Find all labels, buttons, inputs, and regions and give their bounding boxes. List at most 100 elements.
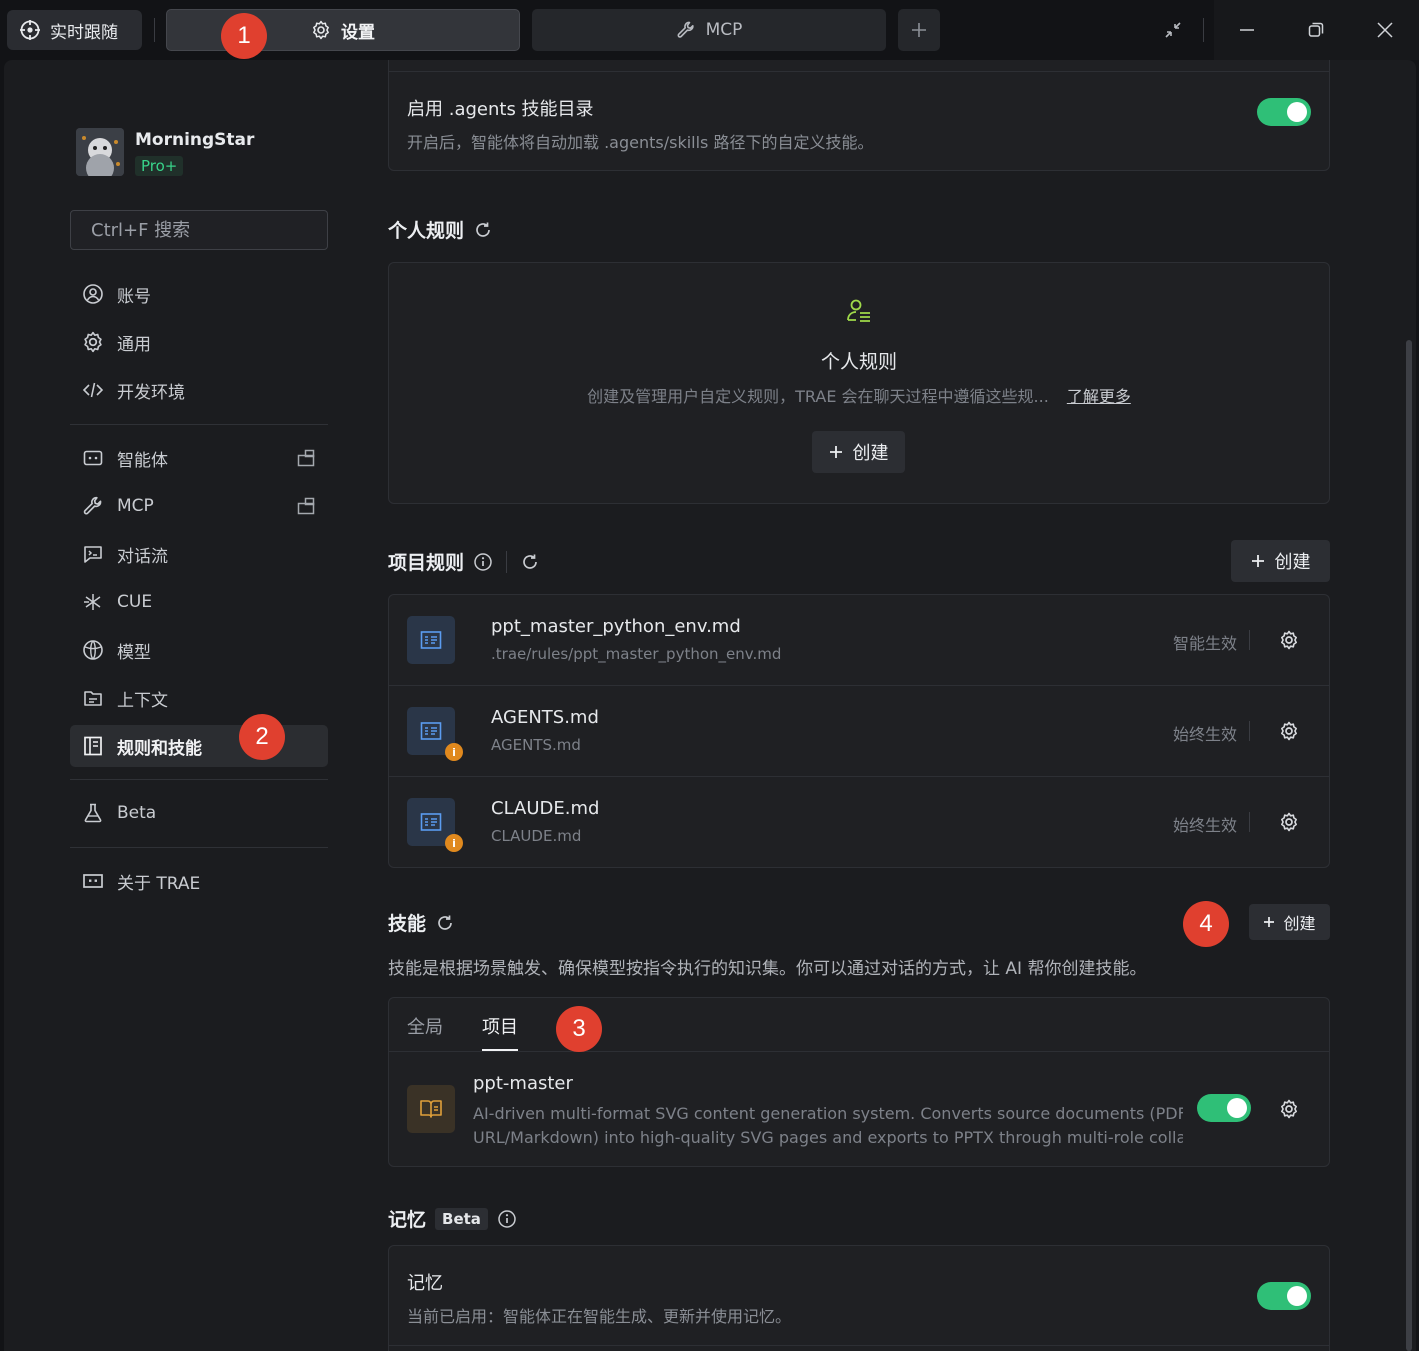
rules-icon bbox=[82, 735, 104, 757]
table-row[interactable]: i CLAUDE.md CLAUDE.md 始终生效 bbox=[389, 777, 1329, 868]
rule-file-icon: i bbox=[407, 798, 463, 852]
section-title: 项目规则 bbox=[388, 552, 465, 574]
sidebar-item-label: 账号 bbox=[117, 286, 151, 307]
gear-icon[interactable] bbox=[1279, 721, 1299, 741]
divider bbox=[389, 71, 1329, 72]
sidebar-item-cue[interactable]: CUE bbox=[70, 581, 328, 623]
learn-more-link[interactable]: 了解更多 bbox=[1067, 383, 1131, 407]
info-icon[interactable] bbox=[473, 552, 493, 572]
account-icon bbox=[82, 283, 104, 305]
gear-icon[interactable] bbox=[1279, 630, 1299, 650]
personal-rules-empty-desc: 创建及管理用户自定义规则，TRAE 会在聊天过程中遵循这些规... 了解更多 bbox=[389, 383, 1329, 407]
agent-icon bbox=[82, 447, 104, 469]
info-icon[interactable] bbox=[497, 1209, 517, 1229]
sidebar-item-account[interactable]: 账号 bbox=[70, 273, 328, 315]
table-row[interactable]: i AGENTS.md AGENTS.md 始终生效 bbox=[389, 686, 1329, 777]
refresh-icon[interactable] bbox=[473, 220, 493, 240]
rule-file-icon: i bbox=[407, 707, 463, 761]
rule-path: CLAUDE.md bbox=[491, 827, 582, 845]
sidebar-item-model[interactable]: 模型 bbox=[70, 629, 328, 671]
plus-icon bbox=[1263, 916, 1275, 928]
about-icon bbox=[82, 870, 104, 892]
skill-desc-line: AI-driven multi-format SVG content gener… bbox=[473, 1104, 1183, 1123]
rule-status[interactable]: 始终生效 bbox=[1173, 812, 1237, 836]
model-icon bbox=[82, 639, 104, 661]
collapse-button[interactable] bbox=[1153, 10, 1193, 50]
sidebar-item-dev-env[interactable]: 开发环境 bbox=[70, 369, 328, 411]
open-external-icon[interactable] bbox=[296, 496, 316, 516]
sidebar-item-label: CUE bbox=[117, 592, 153, 612]
add-tab-button[interactable] bbox=[898, 9, 940, 51]
divider bbox=[506, 550, 508, 573]
rule-status[interactable]: 智能生效 bbox=[1173, 630, 1237, 654]
tab-global[interactable]: 全局 bbox=[407, 1013, 443, 1039]
sidebar-item-label: 通用 bbox=[117, 334, 151, 355]
profile-name: MorningStar bbox=[135, 130, 255, 150]
search-input[interactable] bbox=[70, 210, 328, 250]
sidebar-item-beta[interactable]: Beta bbox=[70, 792, 328, 834]
sidebar-item-general[interactable]: 通用 bbox=[70, 321, 328, 363]
avatar bbox=[76, 128, 124, 176]
minimize-icon bbox=[1238, 21, 1256, 39]
follow-button[interactable]: 实时跟随 bbox=[7, 10, 142, 50]
cue-icon bbox=[82, 591, 104, 613]
profile[interactable]: MorningStar Pro+ bbox=[76, 128, 254, 176]
profile-info: MorningStar Pro+ bbox=[135, 128, 254, 176]
memory-heading: 记忆 Beta bbox=[388, 1205, 517, 1232]
context-icon bbox=[82, 687, 104, 709]
sidebar-item-label: 模型 bbox=[117, 642, 151, 663]
rule-name: AGENTS.md bbox=[491, 707, 599, 728]
skill-toggle[interactable] bbox=[1197, 1094, 1251, 1122]
rule-name: CLAUDE.md bbox=[491, 798, 600, 819]
create-personal-rule-button[interactable]: 创建 bbox=[812, 431, 905, 473]
code-icon bbox=[82, 379, 104, 401]
agents-dir-toggle[interactable] bbox=[1257, 98, 1311, 126]
chat-flow-icon bbox=[82, 543, 104, 565]
gear-icon[interactable] bbox=[1279, 1099, 1299, 1119]
divider bbox=[1249, 630, 1250, 650]
sidebar-item-rules-skills[interactable]: 规则和技能 bbox=[70, 725, 328, 767]
warning-icon: i bbox=[445, 743, 463, 761]
memory-toggle[interactable] bbox=[1257, 1282, 1311, 1310]
create-label: 创建 bbox=[1274, 552, 1311, 573]
project-rules-list: ppt_master_python_env.md .trae/rules/ppt… bbox=[388, 594, 1330, 868]
create-label: 创建 bbox=[1283, 914, 1316, 933]
tab-project[interactable]: 项目 bbox=[482, 1013, 518, 1051]
personal-rules-empty-title: 个人规则 bbox=[820, 351, 897, 373]
tab-mcp[interactable]: MCP bbox=[532, 9, 886, 51]
sidebar-item-context[interactable]: 上下文 bbox=[70, 677, 328, 719]
step-marker-2: 2 bbox=[239, 714, 285, 760]
plus-icon bbox=[829, 445, 843, 459]
restore-icon bbox=[1307, 21, 1325, 39]
tab-settings[interactable]: 设置 bbox=[166, 9, 520, 51]
gear-icon[interactable] bbox=[1279, 812, 1299, 832]
close-button[interactable] bbox=[1365, 10, 1405, 50]
sidebar-item-label: MCP bbox=[117, 496, 154, 516]
sidebar-item-mcp[interactable]: MCP bbox=[70, 485, 328, 527]
refresh-icon[interactable] bbox=[435, 913, 455, 933]
restore-button[interactable] bbox=[1296, 10, 1336, 50]
sidebar-item-chat-flow[interactable]: 对话流 bbox=[70, 533, 328, 575]
memory-card: 记忆 当前已启用：智能体正在智能生成、更新并使用记忆。 bbox=[388, 1245, 1330, 1351]
section-title: 技能 bbox=[388, 913, 427, 935]
skill-desc: AI-driven multi-format SVG content gener… bbox=[473, 1102, 1183, 1150]
create-label: 创建 bbox=[852, 443, 889, 464]
empty-desc-text: 创建及管理用户自定义规则，TRAE 会在聊天过程中遵循这些规... bbox=[587, 387, 1049, 406]
agents-dir-card: 启用 .agents 技能目录 开启后，智能体将自动加载 .agents/ski… bbox=[388, 60, 1330, 171]
skills-heading: 技能 bbox=[388, 909, 455, 936]
open-external-icon[interactable] bbox=[296, 448, 316, 468]
sidebar-item-about[interactable]: 关于 TRAE bbox=[70, 860, 328, 902]
rule-status[interactable]: 始终生效 bbox=[1173, 721, 1237, 745]
scrollbar[interactable] bbox=[1406, 340, 1412, 1351]
refresh-icon[interactable] bbox=[520, 552, 540, 572]
table-row[interactable]: ppt_master_python_env.md .trae/rules/ppt… bbox=[389, 595, 1329, 686]
tab-mcp-label: MCP bbox=[705, 20, 743, 40]
create-skill-button[interactable]: 创建 bbox=[1249, 904, 1330, 940]
skills-desc: 技能是根据场景触发、确保模型按指令执行的知识集。你可以通过对话的方式，让 AI … bbox=[388, 959, 1147, 979]
sidebar-item-label: 开发环境 bbox=[117, 382, 185, 403]
minimize-button[interactable] bbox=[1227, 10, 1267, 50]
sidebar-item-agents[interactable]: 智能体 bbox=[70, 437, 328, 479]
create-project-rule-button[interactable]: 创建 bbox=[1231, 540, 1330, 582]
plus-icon bbox=[1251, 554, 1265, 568]
agents-dir-desc: 开启后，智能体将自动加载 .agents/skills 路径下的自定义技能。 bbox=[407, 133, 874, 152]
